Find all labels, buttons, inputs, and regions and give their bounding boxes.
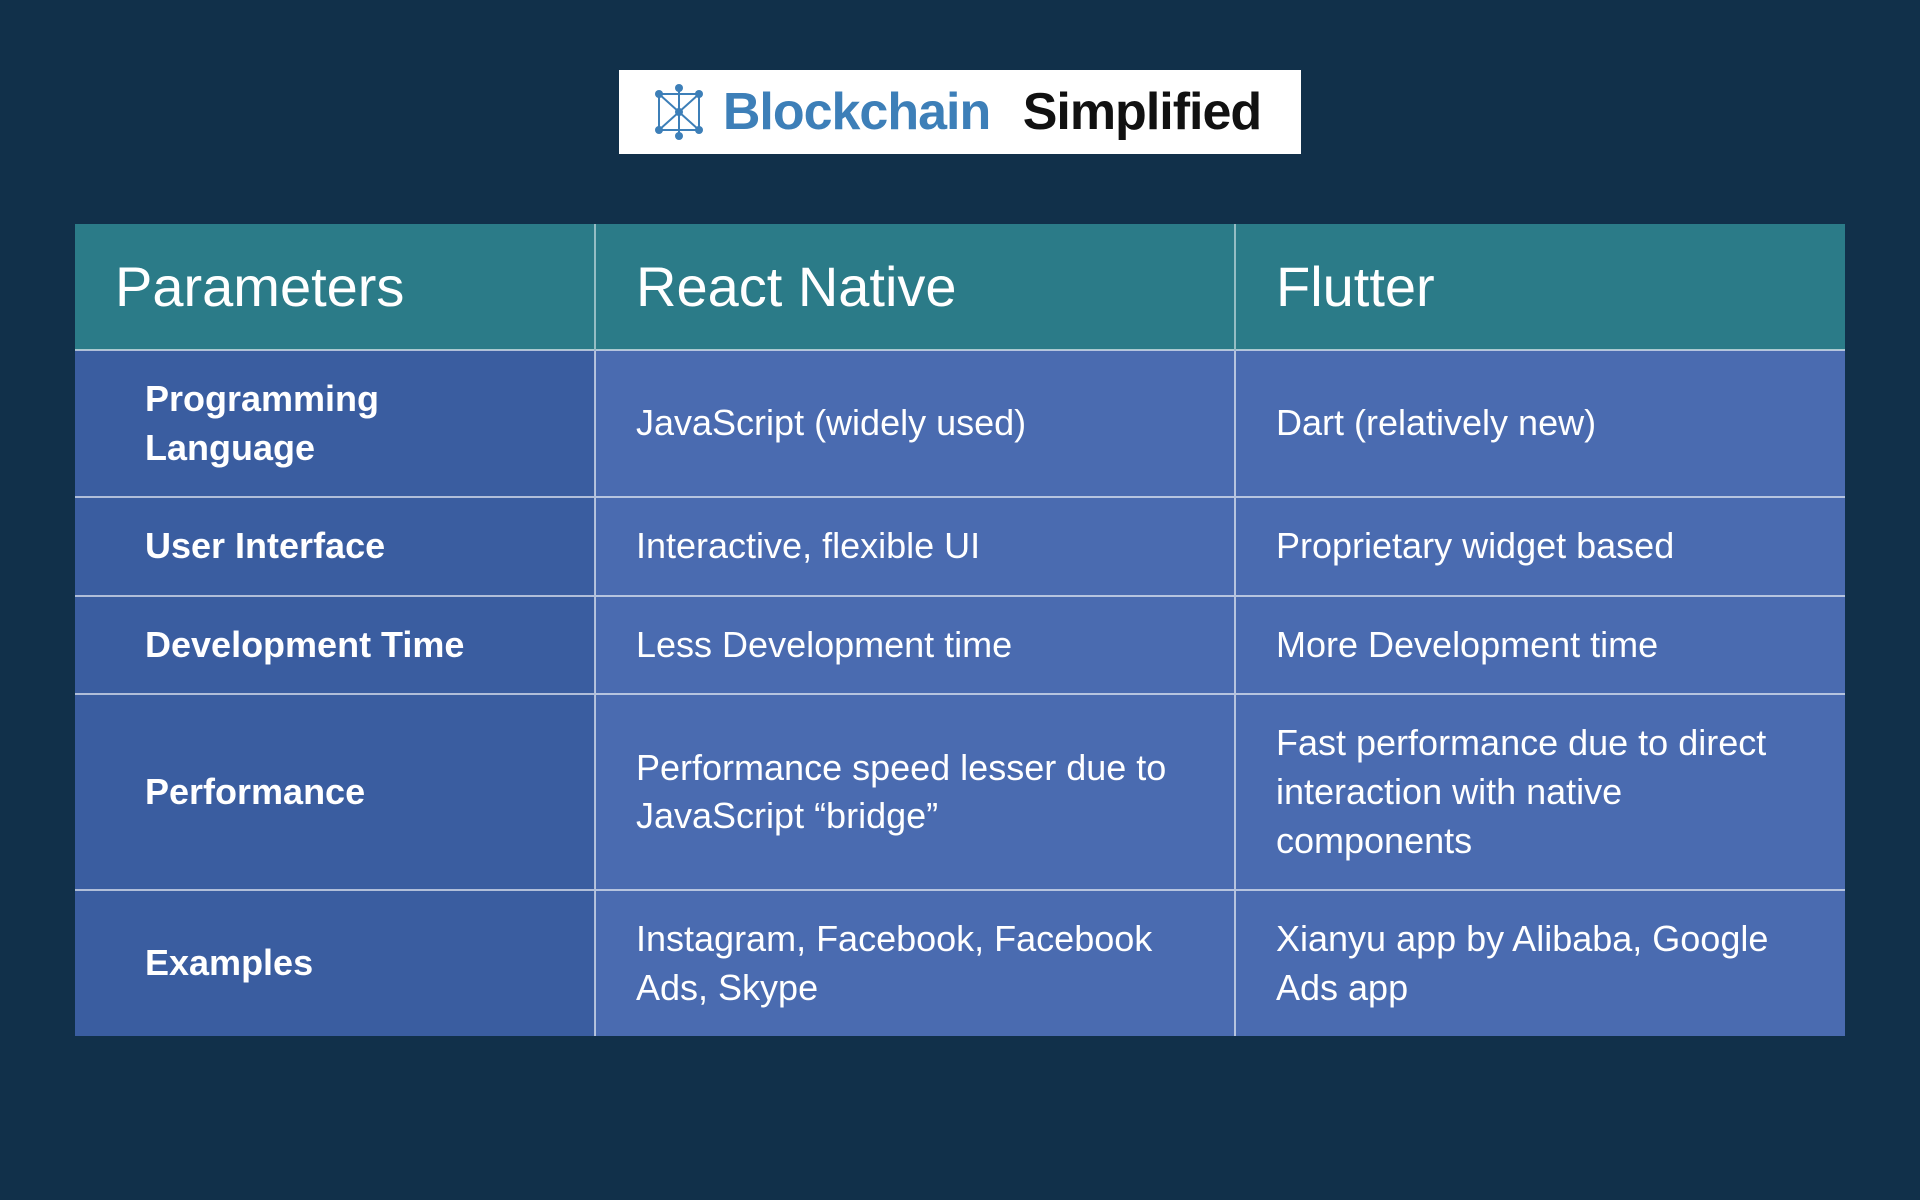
param-label: Performance (75, 694, 595, 890)
header-parameters: Parameters (75, 224, 595, 350)
table-row: User Interface Interactive, flexible UI … (75, 497, 1845, 596)
param-label: Programming Language (75, 350, 595, 497)
param-label: Examples (75, 890, 595, 1036)
logo-text-blockchain: Blockchain (723, 82, 990, 142)
flutter-value: More Development time (1235, 596, 1845, 695)
param-label: Development Time (75, 596, 595, 695)
param-label: User Interface (75, 497, 595, 596)
table-row: Development Time Less Development time M… (75, 596, 1845, 695)
header-react-native: React Native (595, 224, 1235, 350)
react-value: Instagram, Facebook, Facebook Ads, Skype (595, 890, 1235, 1036)
logo-banner: Blockchain Simplified (619, 70, 1301, 154)
table-row: Programming Language JavaScript (widely … (75, 350, 1845, 497)
react-value: Less Development time (595, 596, 1235, 695)
table-row: Examples Instagram, Facebook, Facebook A… (75, 890, 1845, 1036)
comparison-table: Parameters React Native Flutter Programm… (75, 224, 1845, 1036)
table-row: Performance Performance speed lesser due… (75, 694, 1845, 890)
flutter-value: Dart (relatively new) (1235, 350, 1845, 497)
logo-text-simplified: Simplified (1023, 82, 1261, 142)
react-value: Interactive, flexible UI (595, 497, 1235, 596)
flutter-value: Xianyu app by Alibaba, Google Ads app (1235, 890, 1845, 1036)
flutter-value: Proprietary widget based (1235, 497, 1845, 596)
blockchain-network-icon (649, 82, 709, 142)
flutter-value: Fast performance due to direct interacti… (1235, 694, 1845, 890)
react-value: Performance speed lesser due to JavaScri… (595, 694, 1235, 890)
table-header-row: Parameters React Native Flutter (75, 224, 1845, 350)
header-flutter: Flutter (1235, 224, 1845, 350)
react-value: JavaScript (widely used) (595, 350, 1235, 497)
